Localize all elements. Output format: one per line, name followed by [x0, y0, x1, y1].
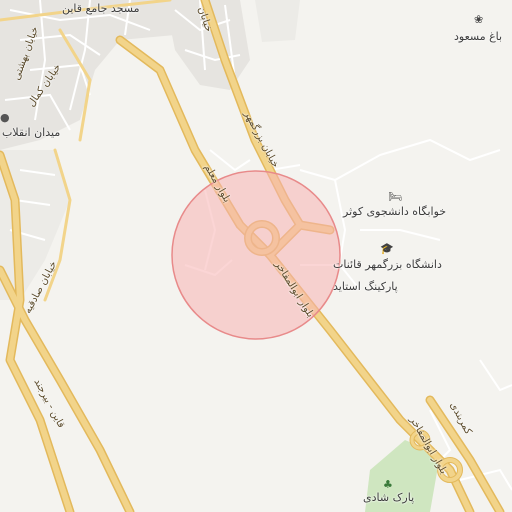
- label-park[interactable]: پارک شادی: [363, 491, 414, 504]
- pin-icon: ●: [0, 111, 10, 124]
- label-university[interactable]: دانشگاه بزرگمهر قائنات: [333, 258, 442, 271]
- map-view[interactable]: مسجد جامع قاین ❀ باغ مسعود میدان انقلاب …: [0, 0, 512, 512]
- label-mosque[interactable]: مسجد جامع قاین: [62, 2, 140, 15]
- label-garden[interactable]: باغ مسعود: [454, 30, 502, 43]
- tree-icon[interactable]: ♣: [383, 479, 393, 490]
- map-canvas: [0, 0, 512, 512]
- bed-icon[interactable]: 🛏: [388, 191, 402, 202]
- label-dorm[interactable]: خوابگاه دانشجوی کوثر: [343, 205, 446, 218]
- graduation-cap-icon[interactable]: 🎓: [380, 243, 394, 254]
- garden-icon[interactable]: ❀: [474, 14, 483, 25]
- label-parking[interactable]: پارکینگ استاید: [333, 280, 398, 293]
- label-square[interactable]: میدان انقلاب: [2, 126, 60, 139]
